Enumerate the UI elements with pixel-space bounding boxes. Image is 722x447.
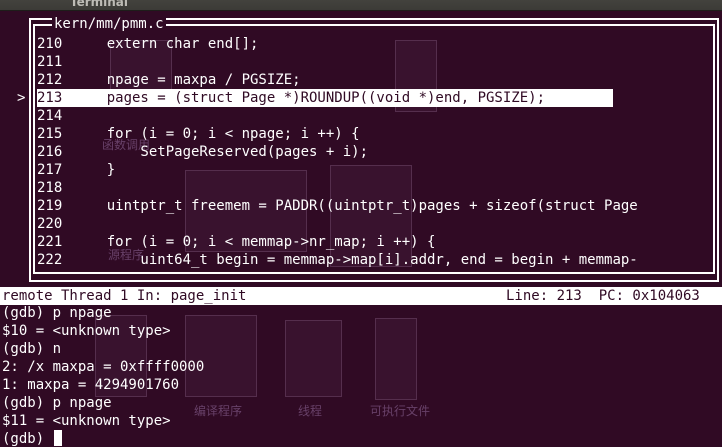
- line-code: SetPageReserved(pages + i);: [73, 144, 369, 160]
- source-code-area[interactable]: 210 extern char end[]; 211 212 npage = max…: [37, 35, 713, 269]
- console-line: $10 = <unknown type>: [2, 323, 171, 339]
- status-line-pc: Line: 213 PC: 0x104063: [506, 288, 700, 304]
- terminal-window: Terminal 函数调用 源程序 编译程序 线程 可执行文件 kern/mm/…: [0, 0, 722, 447]
- line-number: 222: [37, 252, 63, 268]
- line-code: pages = (struct Page *)ROUNDUP((void *)e…: [73, 90, 546, 106]
- source-line: 221 for (i = 0; i < memmap->nr_map; i ++…: [37, 233, 713, 251]
- gdb-console[interactable]: (gdb) p npage $10 = <unknown type> (gdb) n…: [2, 304, 720, 447]
- line-number: 221: [37, 234, 63, 250]
- text-cursor: [53, 430, 62, 446]
- source-line: 218: [37, 179, 713, 197]
- console-line: 2: /x maxpa = 0xffff0000: [2, 359, 205, 375]
- line-number: 210: [37, 36, 63, 52]
- status-thread-info: remote Thread 1 In: page_init: [2, 288, 247, 304]
- current-line-marker: >: [17, 90, 26, 106]
- console-line: (gdb) p npage: [2, 395, 112, 411]
- source-file-label: kern/mm/pmm.c: [52, 15, 166, 33]
- source-line: 222 uint64_t begin = memmap->map[i].addr…: [37, 251, 713, 269]
- window-title: Terminal: [70, 0, 129, 9]
- line-number: 215: [37, 126, 63, 142]
- source-line: 212 npage = maxpa / PGSIZE;: [37, 71, 713, 89]
- line-code: npage = maxpa / PGSIZE;: [73, 72, 301, 88]
- gdb-status-line: remote Thread 1 In: page_init Line: 213 …: [0, 287, 722, 305]
- line-code: for (i = 0; i < memmap->nr_map; i ++) {: [73, 234, 436, 250]
- console-line: 1: maxpa = 4294901760: [2, 377, 180, 393]
- line-code: uint64_t begin = memmap->map[i].addr, en…: [73, 252, 638, 268]
- line-number: 211: [37, 54, 63, 70]
- source-line-current: 213 pages = (struct Page *)ROUNDUP((void…: [37, 89, 613, 107]
- source-line: 215 for (i = 0; i < npage; i ++) {: [37, 125, 713, 143]
- line-code: for (i = 0; i < npage; i ++) {: [73, 126, 360, 142]
- console-line: $11 = <unknown type>: [2, 413, 171, 429]
- source-line: 210 extern char end[];: [37, 35, 713, 53]
- source-line: 220: [37, 215, 713, 233]
- line-code: uintptr_t freemem = PADDR((uintptr_t)pag…: [73, 198, 638, 214]
- line-code: }: [73, 162, 116, 178]
- line-number: 213: [37, 90, 63, 106]
- source-line: 211: [37, 53, 713, 71]
- source-line: 214: [37, 107, 713, 125]
- console-line: (gdb) p npage: [2, 305, 112, 321]
- line-number: 214: [37, 108, 63, 124]
- window-titlebar: Terminal: [0, 0, 722, 11]
- source-line: 217 }: [37, 161, 713, 179]
- console-prompt: (gdb): [2, 431, 53, 447]
- source-line: 216 SetPageReserved(pages + i);: [37, 143, 713, 161]
- line-number: 220: [37, 216, 63, 232]
- line-number: 216: [37, 144, 63, 160]
- console-line: (gdb) n: [2, 341, 62, 357]
- line-number: 219: [37, 198, 63, 214]
- line-code: extern char end[];: [73, 36, 259, 52]
- line-number: 212: [37, 72, 63, 88]
- source-line: 219 uintptr_t freemem = PADDR((uintptr_t…: [37, 197, 713, 215]
- line-number: 218: [37, 180, 63, 196]
- line-number: 217: [37, 162, 63, 178]
- console-prompt-line[interactable]: (gdb): [2, 430, 720, 447]
